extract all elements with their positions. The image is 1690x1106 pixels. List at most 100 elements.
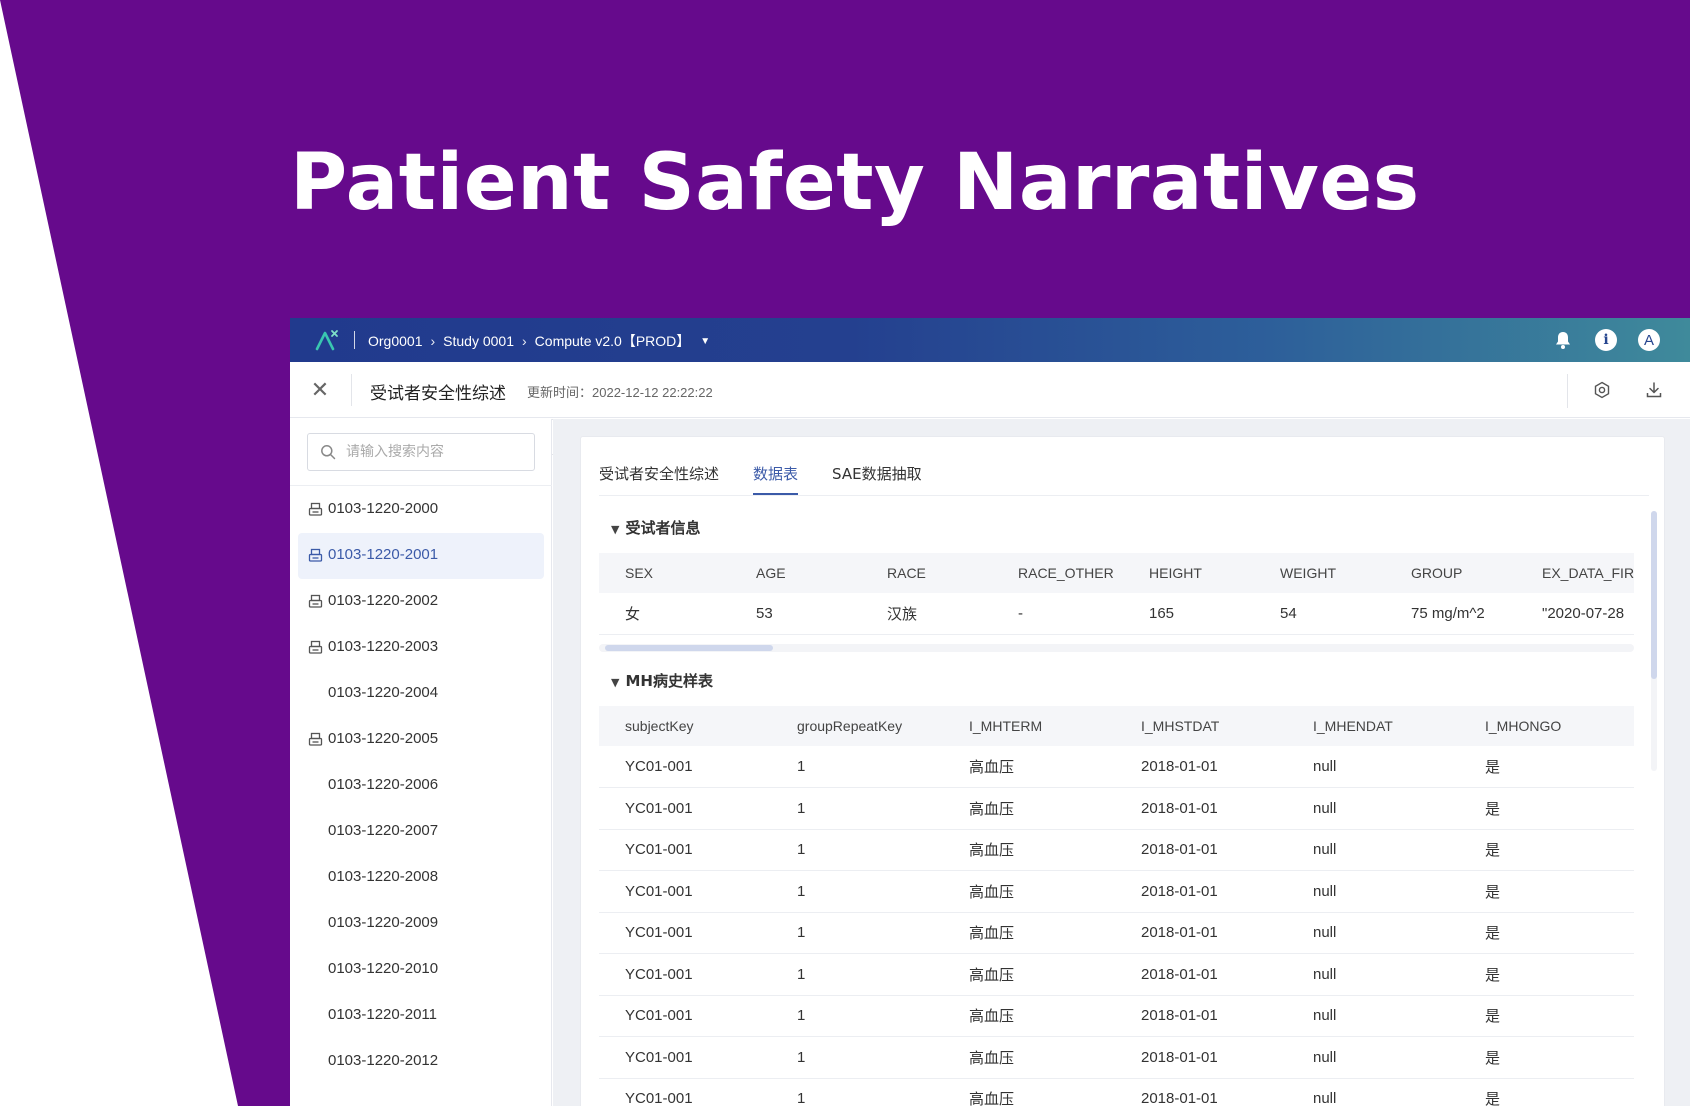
table-cell: YC01-001 [599,1078,771,1106]
table-cell: 是 [1459,746,1634,788]
column-header: EX_DATA_FIRST [1516,553,1634,593]
page-header: ✕ 受试者安全性综述 更新时间：2022-12-12 22:22:22 [290,362,1690,418]
subject-info-title: 受试者信息 [625,519,701,537]
printer-icon [308,502,323,516]
app-logo-icon[interactable] [314,328,340,352]
table-cell: YC01-001 [599,1036,771,1079]
header-divider [1567,374,1568,408]
sidebar-item-label: 0103-1220-2000 [328,500,439,517]
settings-icon[interactable] [1590,378,1614,402]
table-cell: 汉族 [861,593,992,635]
table-cell: 54 [1254,593,1385,635]
vertical-scrollbar[interactable] [1651,511,1657,771]
table-cell: 是 [1459,1036,1634,1079]
sidebar-item-subject[interactable]: 0103-1220-2002 [298,579,544,625]
table-cell: 1 [771,787,943,830]
table-cell: 高血压 [943,787,1115,830]
table-cell: 75 mg/m^2 [1385,593,1516,635]
sidebar-item-subject[interactable]: 0103-1220-2011 [298,993,544,1039]
table-cell: 53 [730,593,861,635]
avatar-letter: A [1638,329,1660,351]
table-cell: YC01-001 [599,912,771,954]
content-panel: 受试者安全性综述 数据表 SAE数据抽取 ▼ 受试者信息 SEX AGE RACE RA… [580,436,1665,1106]
column-header: groupRepeatKey [771,706,943,746]
mh-table-header[interactable]: ▼ MH病史样表 [611,670,713,691]
table-cell: null [1287,995,1459,1037]
table-cell: 高血压 [943,995,1115,1037]
table-cell: YC01-001 [599,870,771,913]
table-cell: 2018-01-01 [1115,912,1287,954]
header-divider [351,374,352,406]
breadcrumb-org[interactable]: Org0001 [368,333,422,349]
sidebar-item-subject[interactable]: 0103-1220-2010 [298,947,544,993]
breadcrumb-compute[interactable]: Compute v2.0【PROD】 [535,331,691,351]
chevron-right-icon: › [522,333,527,349]
sidebar-item-subject[interactable]: 0103-1220-2000 [298,487,544,533]
table-cell: 高血压 [943,912,1115,954]
table-cell: 2018-01-01 [1115,870,1287,913]
sidebar-item-label: 0103-1220-2007 [328,822,439,839]
printer-icon [308,548,323,562]
download-icon[interactable] [1642,378,1666,402]
table-cell: 是 [1459,829,1634,871]
tab-sae-extraction[interactable]: SAE数据抽取 [832,455,922,495]
table-cell: 高血压 [943,953,1115,996]
table-row: YC01-001 1 高血压 2018-01-01 null 是 [599,829,1634,871]
table-cell: 是 [1459,787,1634,830]
sidebar-item-subject[interactable]: 0103-1220-2004 [298,671,544,717]
table-cell: 2018-01-01 [1115,829,1287,871]
bell-icon[interactable] [1551,328,1575,352]
app-window: Org0001 › Study 0001 › Compute v2.0【PROD… [290,318,1690,1106]
hero-title: Patient Safety Narratives [290,138,1420,228]
table-cell: YC01-001 [599,995,771,1037]
sidebar-item-label: 0103-1220-2011 [328,1006,437,1023]
info-icon[interactable]: i [1594,328,1618,352]
avatar[interactable]: A [1637,328,1661,352]
tab-underline-divider [599,495,1649,496]
sidebar-item-label: 0103-1220-2001 [328,546,439,563]
table-cell: 1 [771,953,943,996]
sidebar-item-subject[interactable]: 0103-1220-2012 [298,1039,544,1085]
table-cell: 高血压 [943,870,1115,913]
sidebar-item-subject[interactable]: 0103-1220-2006 [298,763,544,809]
sidebar-item-label: 0103-1220-2002 [328,592,439,609]
tab-safety-summary[interactable]: 受试者安全性综述 [599,455,719,495]
column-header: GROUP [1385,553,1516,593]
table-cell: 1 [771,746,943,788]
sidebar-item-subject[interactable]: 0103-1220-2009 [298,901,544,947]
sidebar-item-subject[interactable]: 0103-1220-2005 [298,717,544,763]
search-input[interactable] [346,434,526,470]
breadcrumb-study[interactable]: Study 0001 [443,333,514,349]
table-cell: 1 [771,912,943,954]
table-cell: 高血压 [943,1036,1115,1079]
table-row: YC01-001 1 高血压 2018-01-01 null 是 [599,746,1634,788]
subject-info-table: SEX AGE RACE RACE_OTHER HEIGHT WEIGHT GROUP EX_… [599,553,1634,635]
table-cell: 是 [1459,912,1634,954]
printer-icon [308,640,323,654]
logo-divider [354,331,355,349]
table-cell: null [1287,912,1459,954]
table-row: YC01-001 1 高血压 2018-01-01 null 是 [599,1078,1634,1106]
table-cell: "2020-07-28 [1516,593,1634,635]
table-cell: null [1287,787,1459,830]
caret-down-icon[interactable]: ▼ [700,336,710,347]
tab-data-tables[interactable]: 数据表 [753,455,799,495]
horizontal-scrollbar[interactable] [599,644,1634,652]
scrollbar-thumb[interactable] [1651,511,1657,679]
sidebar-item-subject[interactable]: 0103-1220-2001 [298,533,544,579]
sidebar-item-subject[interactable]: 0103-1220-2003 [298,625,544,671]
column-header: I_MHONGO [1459,706,1634,746]
sidebar-item-subject[interactable]: 0103-1220-2008 [298,855,544,901]
scrollbar-thumb[interactable] [605,645,773,651]
column-header: RACE [861,553,992,593]
sidebar-item-subject[interactable]: 0103-1220-2007 [298,809,544,855]
caret-down-icon: ▼ [611,676,620,689]
search-box [307,433,535,471]
column-header: WEIGHT [1254,553,1385,593]
sidebar: 0103-1220-2000 0103-1220-2001 0103-1220-20… [290,419,552,1106]
close-button[interactable]: ✕ [308,378,332,402]
table-cell: 2018-01-01 [1115,787,1287,830]
table-cell: null [1287,1078,1459,1106]
sidebar-item-label: 0103-1220-2003 [328,638,439,655]
subject-info-header[interactable]: ▼ 受试者信息 [611,517,700,538]
